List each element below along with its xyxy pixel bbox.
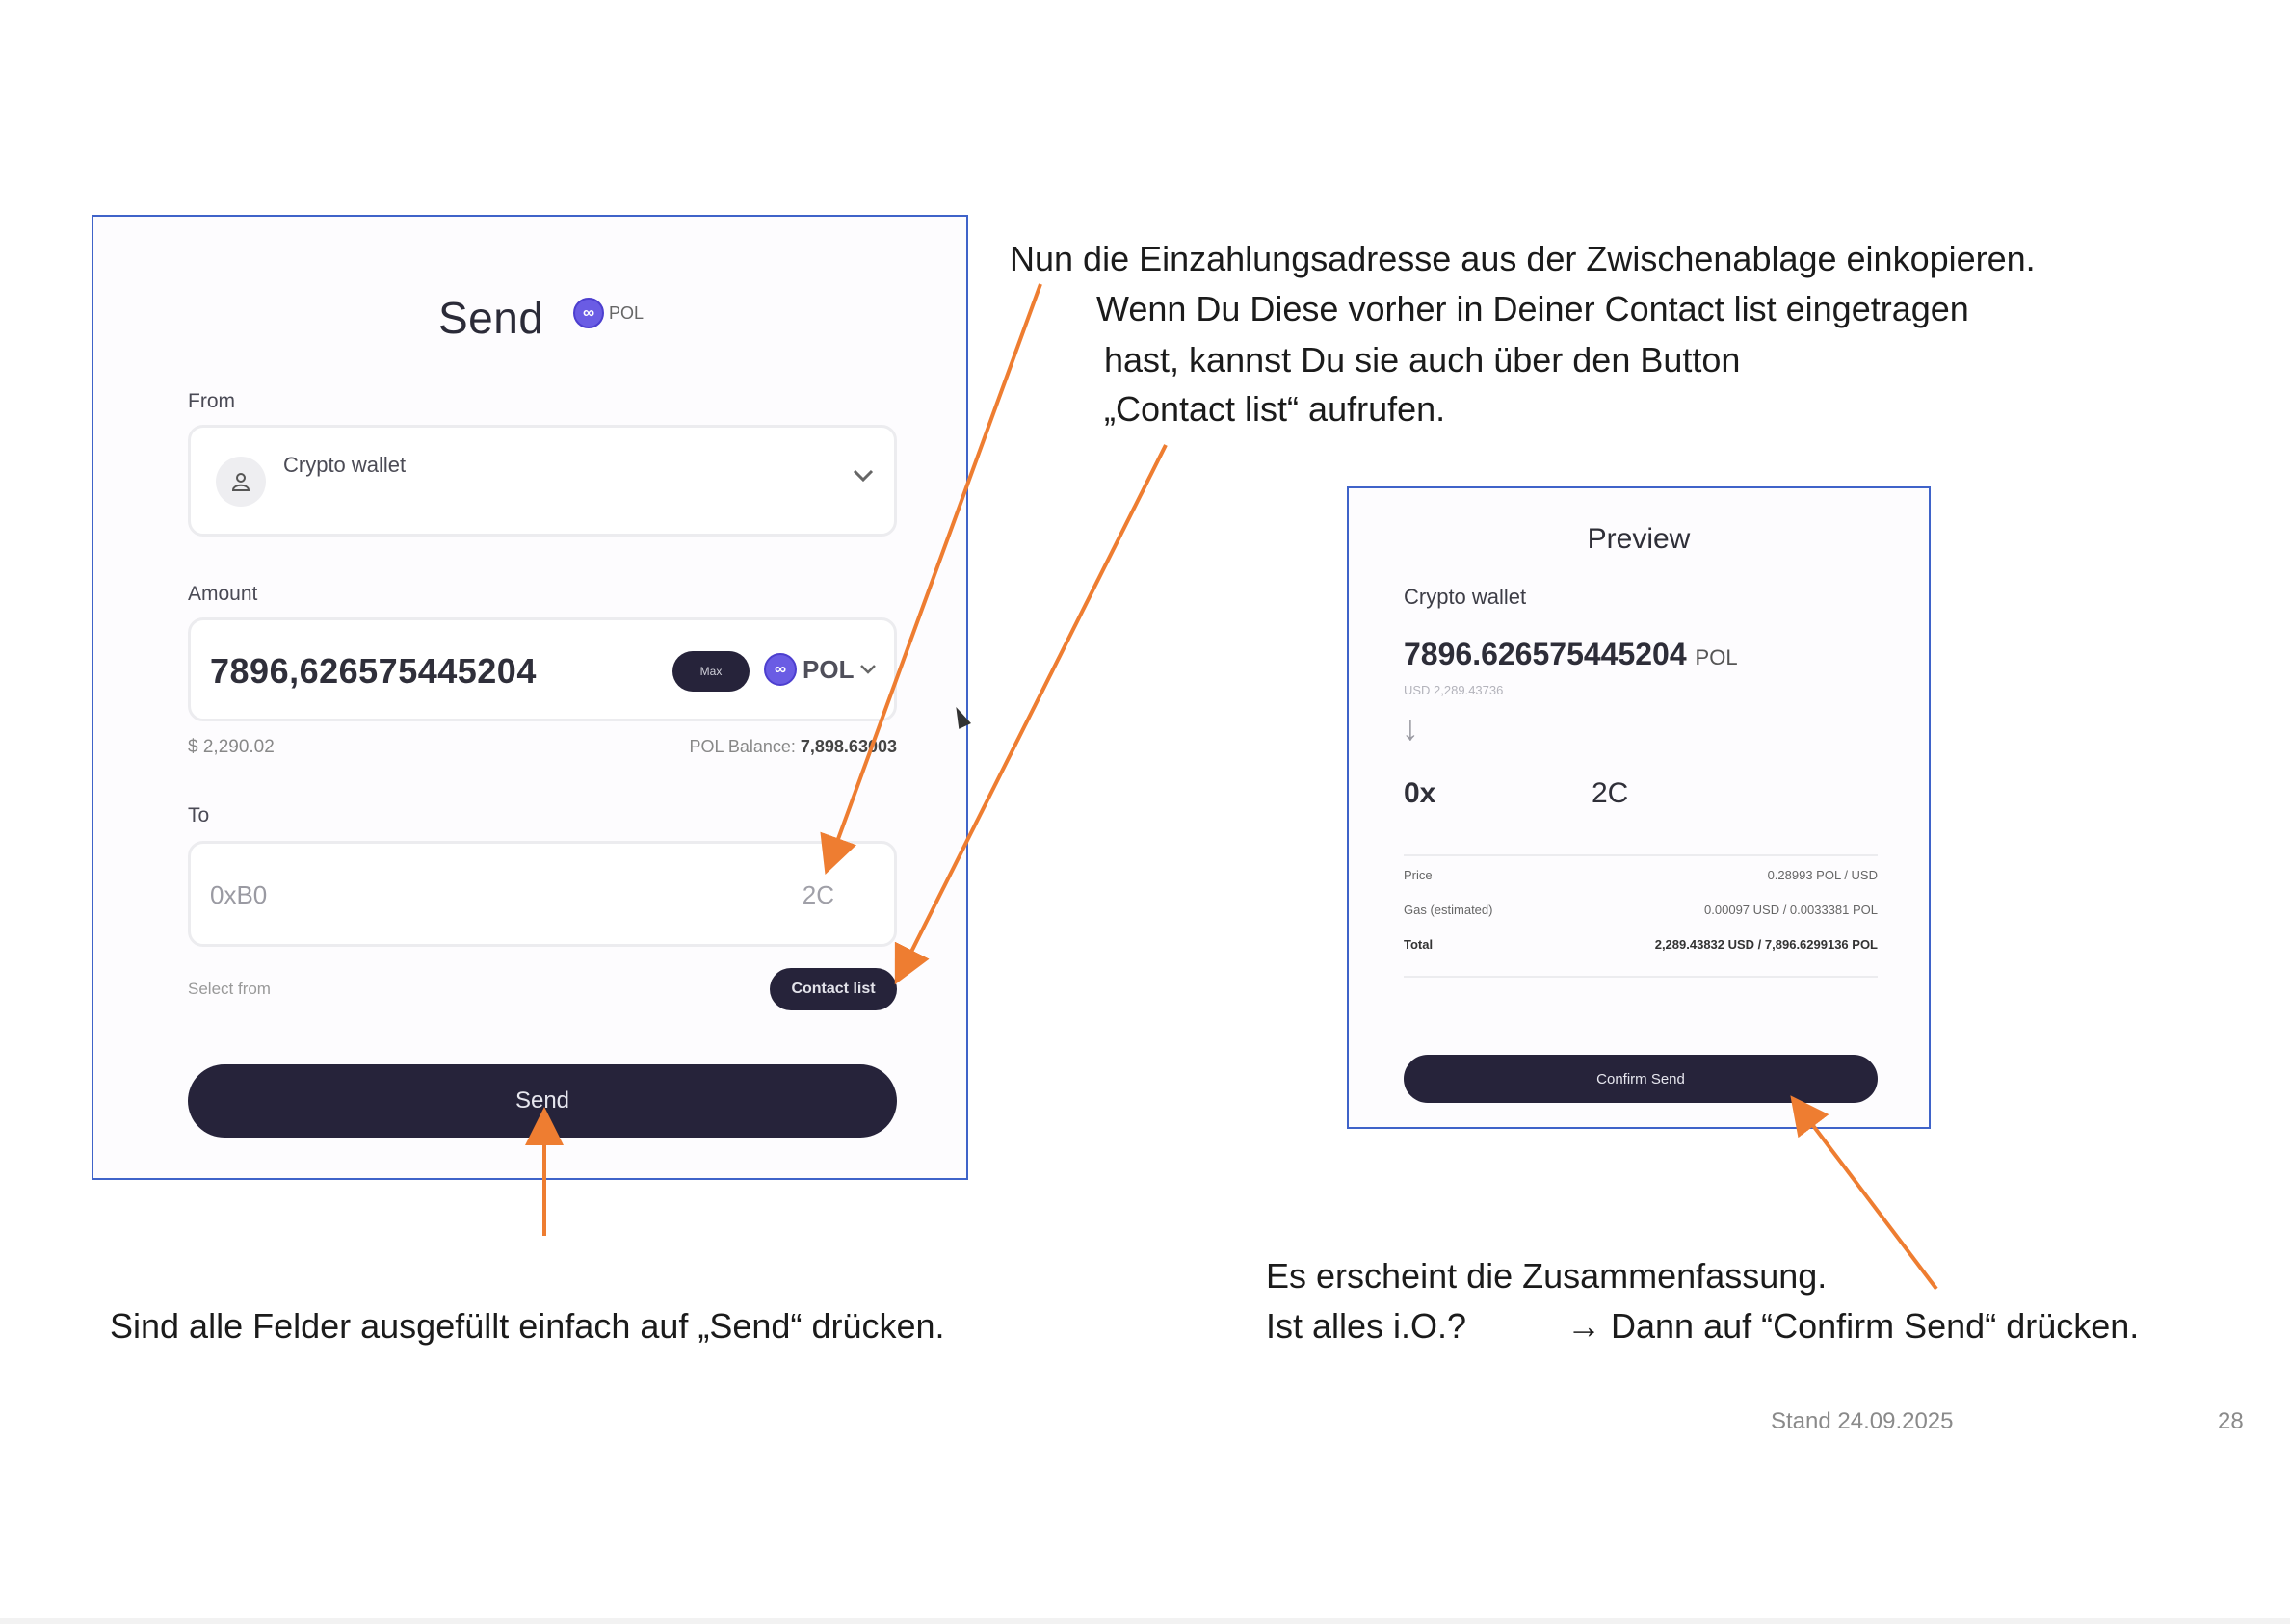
arrow-to-confirm-send [1790,1095,1938,1291]
slide-bottom-edge [0,1618,2290,1624]
arrow-to-contact-list [894,444,1168,985]
arrow-to-address-field [820,283,1042,876]
annotation-arrows [525,283,1938,1291]
